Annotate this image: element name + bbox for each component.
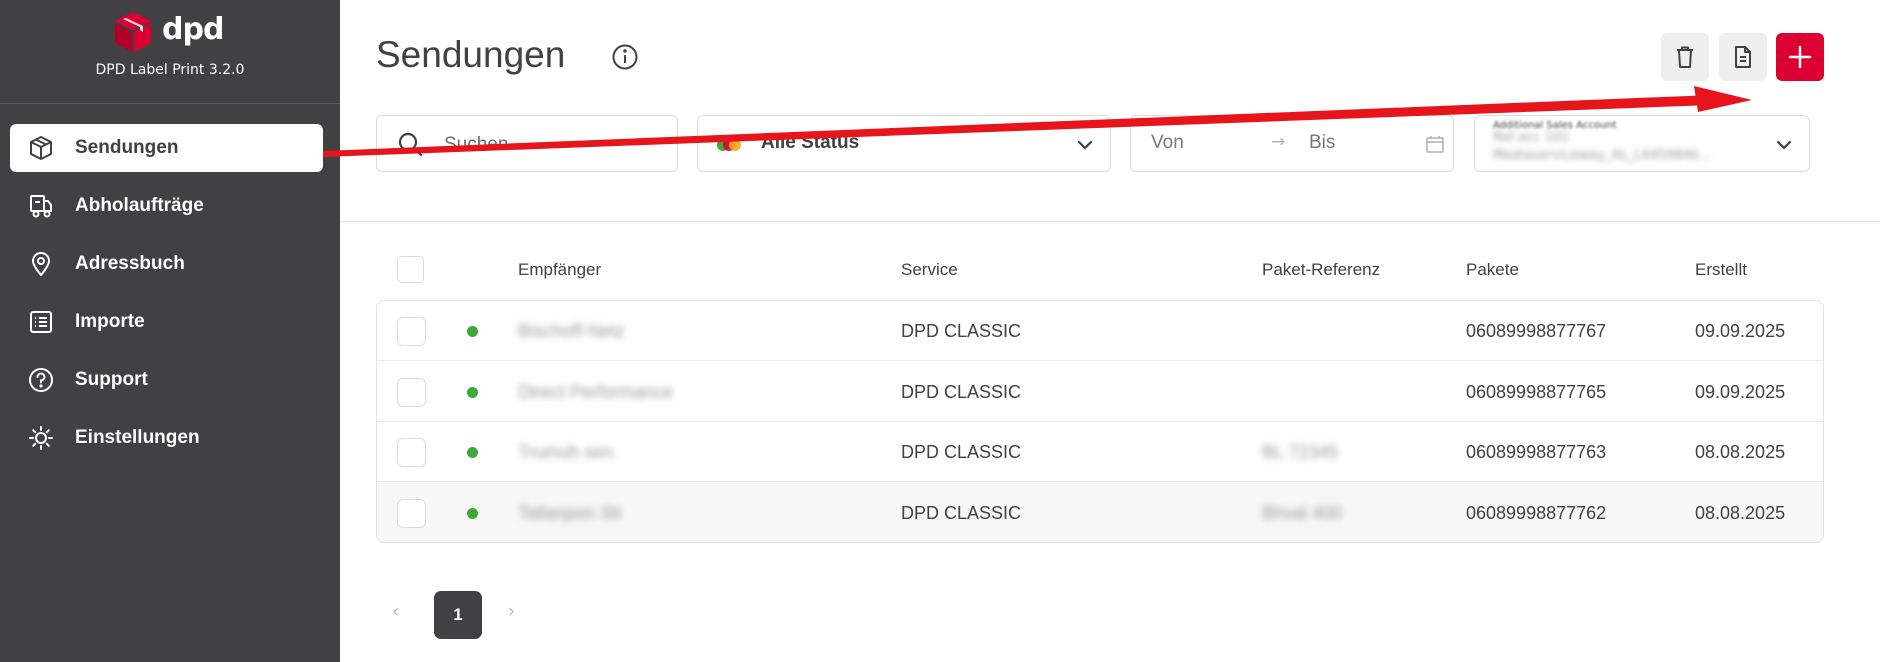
- date-range-picker[interactable]: Von → Bis: [1130, 115, 1454, 172]
- document-icon: [1735, 46, 1751, 68]
- account-select[interactable]: Additional Sales Account Ref acc 101 Med…: [1474, 115, 1810, 172]
- cell-recipient: Direct Performance: [518, 382, 674, 402]
- document-button[interactable]: [1719, 33, 1767, 81]
- sidebar-item-label: Sendungen: [75, 137, 179, 158]
- date-separator: →: [1271, 132, 1286, 152]
- table-row[interactable]: Direct Performance DPD CLASSIC 060899988…: [377, 362, 1823, 422]
- row-checkbox[interactable]: [397, 499, 426, 528]
- pagination-prev[interactable]: ‹: [392, 601, 399, 622]
- status-indicator: [467, 447, 478, 458]
- chevron-down-icon: [1077, 140, 1093, 150]
- cell-parcel: 06089998877762: [1466, 503, 1607, 523]
- sidebar-item-abholauftraege[interactable]: Abholaufträge: [10, 182, 323, 230]
- sidebar-item-label: Abholaufträge: [75, 195, 204, 216]
- truck-icon: [30, 195, 52, 218]
- column-header-recipient[interactable]: Empfänger: [518, 260, 601, 280]
- cell-recipient: Tallanpon Sti: [518, 503, 622, 523]
- cell-recipient: Trumuh sen: [518, 442, 614, 462]
- date-from-input[interactable]: Von: [1151, 132, 1184, 154]
- column-header-reference[interactable]: Paket-Referenz: [1262, 260, 1380, 280]
- sidebar-item-einstellungen[interactable]: Einstellungen: [10, 414, 323, 462]
- logo-area: dpd DPD Label Print 3.2.0: [0, 0, 340, 104]
- cell-recipient: Bischoff-Netz: [518, 321, 625, 341]
- sidebar-item-adressbuch[interactable]: Adressbuch: [10, 240, 323, 288]
- cell-service: DPD CLASSIC: [901, 442, 1022, 462]
- info-icon[interactable]: [611, 43, 639, 71]
- cell-service: DPD CLASSIC: [901, 382, 1022, 402]
- shipments-table: Bischoff-Netz DPD CLASSIC 06089998877767…: [376, 300, 1824, 543]
- sidebar-item-importe[interactable]: Importe: [10, 298, 323, 346]
- cell-created: 08.08.2025: [1695, 442, 1786, 462]
- cell-service: DPD CLASSIC: [901, 321, 1022, 341]
- row-checkbox[interactable]: [397, 378, 426, 407]
- chevron-down-icon: [1776, 140, 1792, 150]
- location-pin-icon: [32, 252, 50, 276]
- app-version: DPD Label Print 3.2.0: [95, 62, 245, 78]
- cell-created: 09.09.2025: [1695, 321, 1786, 341]
- cell-parcel: 06089998877765: [1466, 382, 1607, 402]
- column-header-parcels[interactable]: Pakete: [1466, 260, 1519, 280]
- sidebar-item-sendungen[interactable]: Sendungen: [10, 124, 323, 172]
- add-shipment-button[interactable]: [1776, 33, 1824, 81]
- sidebar-item-label: Support: [75, 369, 148, 390]
- status-indicator: [467, 387, 478, 398]
- trash-icon: [1677, 46, 1693, 68]
- cell-service: DPD CLASSIC: [901, 503, 1022, 523]
- sidebar-item-label: Importe: [75, 311, 145, 332]
- pagination-next[interactable]: ›: [508, 601, 515, 622]
- status-select-value: Alle Status: [761, 132, 860, 153]
- table-row[interactable]: Bischoff-Netz DPD CLASSIC 06089998877767…: [377, 301, 1823, 361]
- row-checkbox[interactable]: [397, 438, 426, 467]
- cell-parcel: 06089998877763: [1466, 442, 1607, 462]
- sidebar-item-label: Einstellungen: [75, 427, 200, 448]
- search-icon: [398, 132, 423, 157]
- sidebar-nav: Sendungen Abholaufträge Adressbuch Impor…: [0, 124, 340, 472]
- cell-created: 08.08.2025: [1695, 503, 1786, 523]
- date-to-input[interactable]: Bis: [1309, 132, 1335, 154]
- gear-icon: [29, 426, 53, 450]
- account-line-1: Ref acc 101: [1493, 130, 1570, 145]
- sidebar-item-label: Adressbuch: [75, 253, 185, 274]
- table-row[interactable]: Tallanpon Sti DPD CLASSIC Bhval 400 0608…: [377, 483, 1823, 542]
- question-circle-icon: [29, 368, 53, 392]
- cell-reference: Bhval 400: [1262, 503, 1343, 523]
- delete-button[interactable]: [1661, 33, 1709, 81]
- search-field[interactable]: [376, 115, 678, 172]
- status-select[interactable]: Alle Status: [697, 115, 1111, 172]
- dpd-logo-cube-icon: [115, 12, 151, 52]
- row-checkbox[interactable]: [397, 317, 426, 346]
- status-dots-icon: [717, 139, 741, 151]
- cell-reference: BL 72345: [1262, 442, 1339, 462]
- select-all-checkbox[interactable]: [397, 256, 424, 283]
- pagination-current-page[interactable]: 1: [434, 591, 482, 639]
- status-indicator: [467, 326, 478, 337]
- header-divider: [340, 221, 1880, 222]
- logo-text: dpd: [162, 12, 224, 47]
- list-icon: [30, 311, 52, 333]
- calendar-icon: [1426, 136, 1444, 153]
- column-header-service[interactable]: Service: [901, 260, 958, 280]
- column-header-created[interactable]: Erstellt: [1695, 260, 1747, 280]
- search-input[interactable]: [444, 131, 674, 159]
- page-title: Sendungen: [376, 34, 566, 75]
- table-row[interactable]: Trumuh sen DPD CLASSIC BL 72345 06089998…: [377, 422, 1823, 482]
- cell-parcel: 06089998877767: [1466, 321, 1607, 341]
- cell-created: 09.09.2025: [1695, 382, 1786, 402]
- account-line-2: Mediaserviceway_AL_L4459846...: [1493, 148, 1712, 163]
- sidebar: dpd DPD Label Print 3.2.0 Sendungen Abho…: [0, 0, 340, 662]
- plus-icon: [1788, 45, 1812, 69]
- status-indicator: [467, 508, 478, 519]
- package-icon: [30, 136, 52, 160]
- sidebar-item-support[interactable]: Support: [10, 356, 323, 404]
